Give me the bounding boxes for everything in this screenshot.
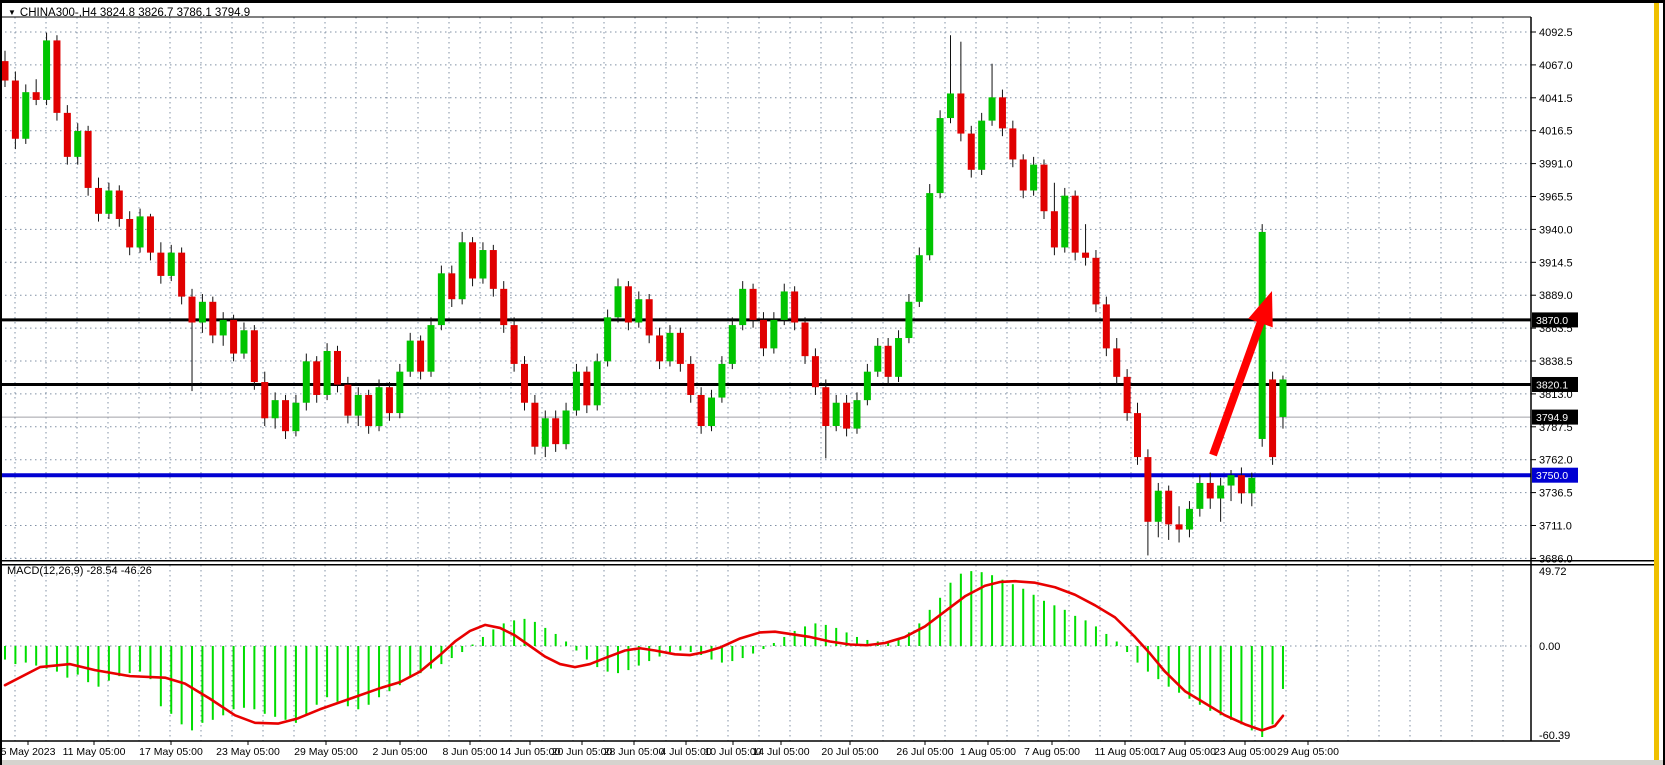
ohlc-values: 3824.8 3826.7 3786.1 3794.9 <box>100 7 250 19</box>
symbol-timeframe-label: CHINA300-,H4 <box>20 7 97 19</box>
macd-indicator-label: MACD(12,26,9) -28.54 -46.26 <box>7 565 152 577</box>
price-axis[interactable] <box>1531 17 1655 741</box>
window-edge-highlight <box>1654 3 1659 765</box>
window-left-border <box>0 3 2 765</box>
time-axis[interactable] <box>0 741 1531 761</box>
window-bottom-strip <box>0 760 1665 765</box>
chart-title: ▼ CHINA300-,H4 3824.8 3826.7 3786.1 3794.… <box>8 7 250 19</box>
chart-window: 4092.54067.04041.54016.53991.03965.53940… <box>0 0 1665 765</box>
candlestick-chart[interactable]: 4092.54067.04041.54016.53991.03965.53940… <box>0 3 1665 765</box>
symbol-dropdown-icon[interactable]: ▼ <box>8 8 16 17</box>
